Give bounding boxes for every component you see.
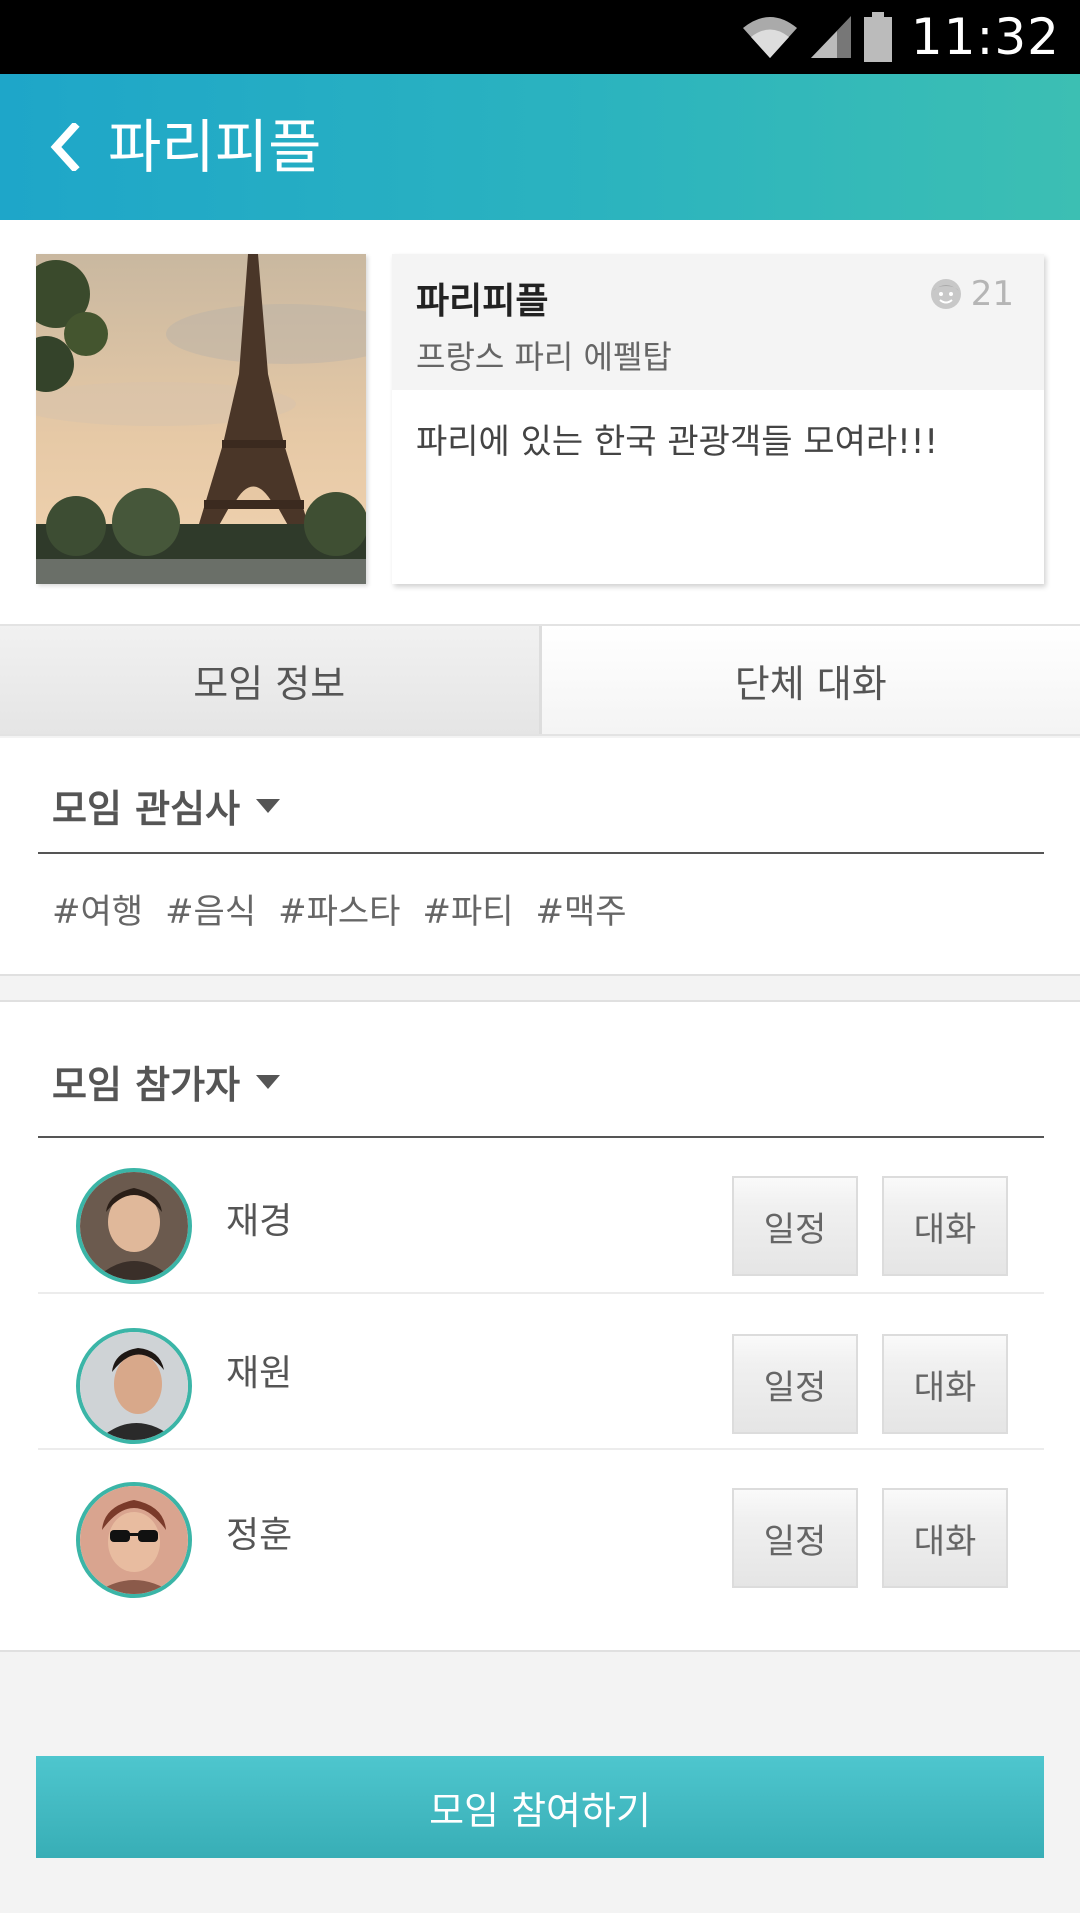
participant-row: 재원 일정 대화 (38, 1294, 1044, 1450)
avatar[interactable] (76, 1482, 192, 1598)
tab-group-info[interactable]: 모임 정보 (0, 626, 542, 734)
eiffel-tower-image (36, 254, 366, 584)
tag[interactable]: #여행 (52, 884, 143, 933)
participants-section: 모임 참가자 재경 일정 대화 재원 일정 대화 정훈 일정 대화 (0, 1000, 1080, 1652)
tag[interactable]: #맥주 (536, 884, 627, 933)
tab-group-chat[interactable]: 단체 대화 (541, 626, 1080, 734)
tab-bar: 모임 정보 단체 대화 (0, 624, 1080, 736)
status-time: 11:32 (910, 8, 1060, 66)
group-info-header: 파리피플 21 프랑스 파리 에펠탑 (392, 254, 1044, 390)
back-button[interactable] (30, 111, 100, 183)
chat-button[interactable]: 대화 (882, 1488, 1008, 1588)
group-name: 파리피플 (416, 281, 549, 322)
group-photo[interactable] (36, 254, 366, 584)
battery-icon (863, 12, 892, 62)
divider (38, 852, 1044, 854)
app-bar: 파리피플 (0, 74, 1080, 220)
schedule-button[interactable]: 일정 (732, 1488, 858, 1588)
group-description: 파리에 있는 한국 관광객들 모여라!!! (416, 422, 939, 462)
wifi-icon (742, 17, 797, 58)
page-title: 파리피플 (108, 113, 322, 181)
participant-row: 정훈 일정 대화 (38, 1450, 1044, 1606)
participants-toggle[interactable]: 모임 참가자 (52, 1054, 281, 1109)
caret-down-icon (256, 1074, 281, 1089)
interests-heading: 모임 관심사 (52, 787, 241, 831)
participants-heading: 모임 참가자 (52, 1063, 241, 1107)
tag[interactable]: #음식 (165, 884, 256, 933)
status-bar: 11:32 (0, 0, 1080, 74)
tag[interactable]: #파스타 (278, 884, 400, 933)
avatar[interactable] (76, 1168, 192, 1284)
participant-row: 재경 일정 대화 (38, 1138, 1044, 1294)
chat-button[interactable]: 대화 (882, 1176, 1008, 1276)
schedule-button[interactable]: 일정 (732, 1334, 858, 1434)
avatar[interactable] (76, 1328, 192, 1444)
join-group-button[interactable]: 모임 참여하기 (36, 1756, 1044, 1858)
participant-name: 정훈 (226, 1515, 293, 1556)
chevron-left-icon (50, 123, 80, 171)
group-info-panel[interactable]: 파리피플 21 프랑스 파리 에펠탑 파리에 있는 한국 관광객들 모여라!!! (392, 254, 1044, 584)
tag[interactable]: #파티 (422, 884, 513, 933)
group-location: 프랑스 파리 에펠탑 (416, 338, 672, 376)
schedule-button[interactable]: 일정 (732, 1176, 858, 1276)
participant-name: 재경 (226, 1201, 293, 1242)
smile-face-icon (930, 279, 961, 309)
signal-icon (810, 16, 851, 58)
status-icons: 11:32 (741, 8, 1060, 66)
member-count-value: 21 (970, 274, 1014, 314)
interest-tags: #여행 #음식 #파스타 #파티 #맥주 (52, 884, 627, 933)
chat-button[interactable]: 대화 (882, 1334, 1008, 1434)
interests-toggle[interactable]: 모임 관심사 (52, 778, 281, 833)
caret-down-icon (256, 798, 281, 813)
member-count: 21 (929, 274, 1014, 314)
participant-name: 재원 (226, 1353, 293, 1394)
interests-section: 모임 관심사 #여행 #음식 #파스타 #파티 #맥주 (0, 738, 1080, 976)
group-card: 파리피플 21 프랑스 파리 에펠탑 파리에 있는 한국 관광객들 모여라!!! (0, 220, 1080, 624)
